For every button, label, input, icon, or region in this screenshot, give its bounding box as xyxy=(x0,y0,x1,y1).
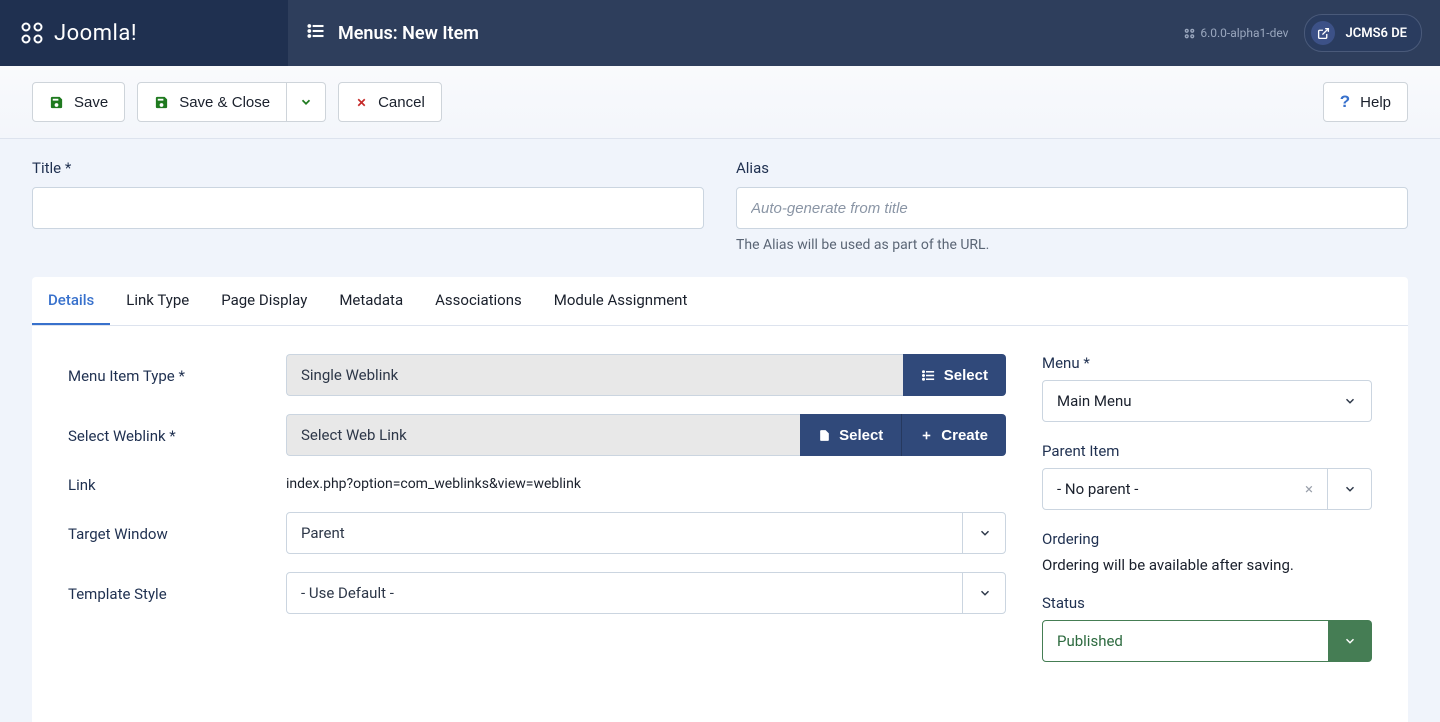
ordering-label: Ordering xyxy=(1042,530,1372,548)
alias-label: Alias xyxy=(736,159,1408,177)
target-window-row: Target Window Parent xyxy=(68,512,1006,554)
alias-input[interactable] xyxy=(736,187,1408,229)
save-dropdown-button[interactable] xyxy=(287,82,326,122)
parent-label: Parent Item xyxy=(1042,442,1372,460)
template-style-row: Template Style - Use Default - xyxy=(68,572,1006,614)
details-side-column: Menu * Main Menu Parent Item - No parent… xyxy=(1042,354,1372,682)
select-weblink-label: Select Weblink * xyxy=(68,425,286,445)
menu-item-type-value: Single Weblink xyxy=(286,354,903,396)
header-bar: Joomla! Menus: New Item 6.0.0-alpha1-dev… xyxy=(0,0,1440,66)
tab-link-type[interactable]: Link Type xyxy=(110,277,205,325)
select-weblink-row: Select Weblink * Select Web Link Select … xyxy=(68,414,1006,456)
chevron-down-icon xyxy=(1328,380,1372,422)
page-title-area: Menus: New Item xyxy=(288,0,1166,66)
tabs: Details Link Type Page Display Metadata … xyxy=(32,277,1408,326)
parent-select[interactable]: - No parent - × xyxy=(1042,468,1372,510)
logo-text: Joomla! xyxy=(54,21,137,46)
save-button[interactable]: Save xyxy=(32,82,125,122)
menu-item-type-row: Menu Item Type * Single Weblink Select xyxy=(68,354,1006,396)
target-window-select[interactable]: Parent xyxy=(286,512,1006,554)
page-title: Menus: New Item xyxy=(338,23,479,44)
weblink-create-button[interactable]: Create xyxy=(902,414,1006,456)
alias-field-group: Alias The Alias will be used as part of … xyxy=(736,159,1408,253)
cancel-button[interactable]: Cancel xyxy=(338,82,442,122)
joomla-small-icon xyxy=(1184,28,1195,39)
tab-content-details: Menu Item Type * Single Weblink Select S… xyxy=(32,326,1408,722)
save-icon xyxy=(154,95,169,110)
select-weblink-value: Select Web Link xyxy=(286,414,800,456)
weblink-select-button[interactable]: Select xyxy=(800,414,902,456)
target-window-label: Target Window xyxy=(68,523,286,543)
template-style-select[interactable]: - Use Default - xyxy=(286,572,1006,614)
template-style-label: Template Style xyxy=(68,583,286,603)
status-select[interactable]: Published xyxy=(1042,620,1372,662)
menu-field-group: Menu * Main Menu xyxy=(1042,354,1372,422)
tab-associations[interactable]: Associations xyxy=(419,277,538,325)
chevron-down-icon xyxy=(1328,468,1372,510)
tab-module-assignment[interactable]: Module Assignment xyxy=(538,277,704,325)
joomla-logo-icon xyxy=(20,21,44,45)
list-icon xyxy=(306,21,326,46)
menu-label: Menu * xyxy=(1042,354,1372,372)
chevron-down-icon xyxy=(1328,620,1372,662)
ordering-field-group: Ordering Ordering will be available afte… xyxy=(1042,530,1372,574)
save-icon xyxy=(49,95,64,110)
chevron-down-icon xyxy=(299,95,313,109)
tab-details[interactable]: Details xyxy=(32,277,110,325)
status-field-group: Status Published xyxy=(1042,594,1372,662)
external-link-icon xyxy=(1311,21,1335,45)
save-close-button[interactable]: Save & Close xyxy=(137,82,287,122)
toolbar: Save Save & Close Cancel ? Help xyxy=(0,66,1440,139)
help-button[interactable]: ? Help xyxy=(1323,82,1408,122)
site-badge[interactable]: JCMS6 DE xyxy=(1304,14,1422,52)
menu-select[interactable]: Main Menu xyxy=(1042,380,1372,422)
link-row: Link index.php?option=com_weblinks&view=… xyxy=(68,474,1006,494)
alias-help-text: The Alias will be used as part of the UR… xyxy=(736,237,1408,253)
title-field-group: Title * xyxy=(32,159,704,253)
title-alias-row: Title * Alias The Alias will be used as … xyxy=(0,139,1440,277)
menu-item-type-select-button[interactable]: Select xyxy=(903,354,1006,396)
ordering-text: Ordering will be available after saving. xyxy=(1042,556,1372,574)
title-label: Title * xyxy=(32,159,704,177)
title-input[interactable] xyxy=(32,187,704,229)
status-label: Status xyxy=(1042,594,1372,612)
tab-metadata[interactable]: Metadata xyxy=(323,277,419,325)
header-right: 6.0.0-alpha1-dev JCMS6 DE xyxy=(1166,0,1440,66)
clear-icon[interactable]: × xyxy=(1305,480,1313,498)
help-icon: ? xyxy=(1340,92,1350,112)
plus-icon xyxy=(920,429,933,442)
list-icon xyxy=(921,368,936,383)
file-icon xyxy=(818,428,831,443)
close-icon xyxy=(355,96,368,109)
parent-field-group: Parent Item - No parent - × xyxy=(1042,442,1372,510)
details-main-column: Menu Item Type * Single Weblink Select S… xyxy=(68,354,1042,682)
logo-area[interactable]: Joomla! xyxy=(0,0,288,66)
link-label: Link xyxy=(68,474,286,494)
tab-page-display[interactable]: Page Display xyxy=(205,277,323,325)
menu-item-type-label: Menu Item Type * xyxy=(68,365,286,385)
tabs-container: Details Link Type Page Display Metadata … xyxy=(32,277,1408,722)
version-text: 6.0.0-alpha1-dev xyxy=(1184,26,1288,40)
link-value: index.php?option=com_weblinks&view=webli… xyxy=(286,476,1006,492)
